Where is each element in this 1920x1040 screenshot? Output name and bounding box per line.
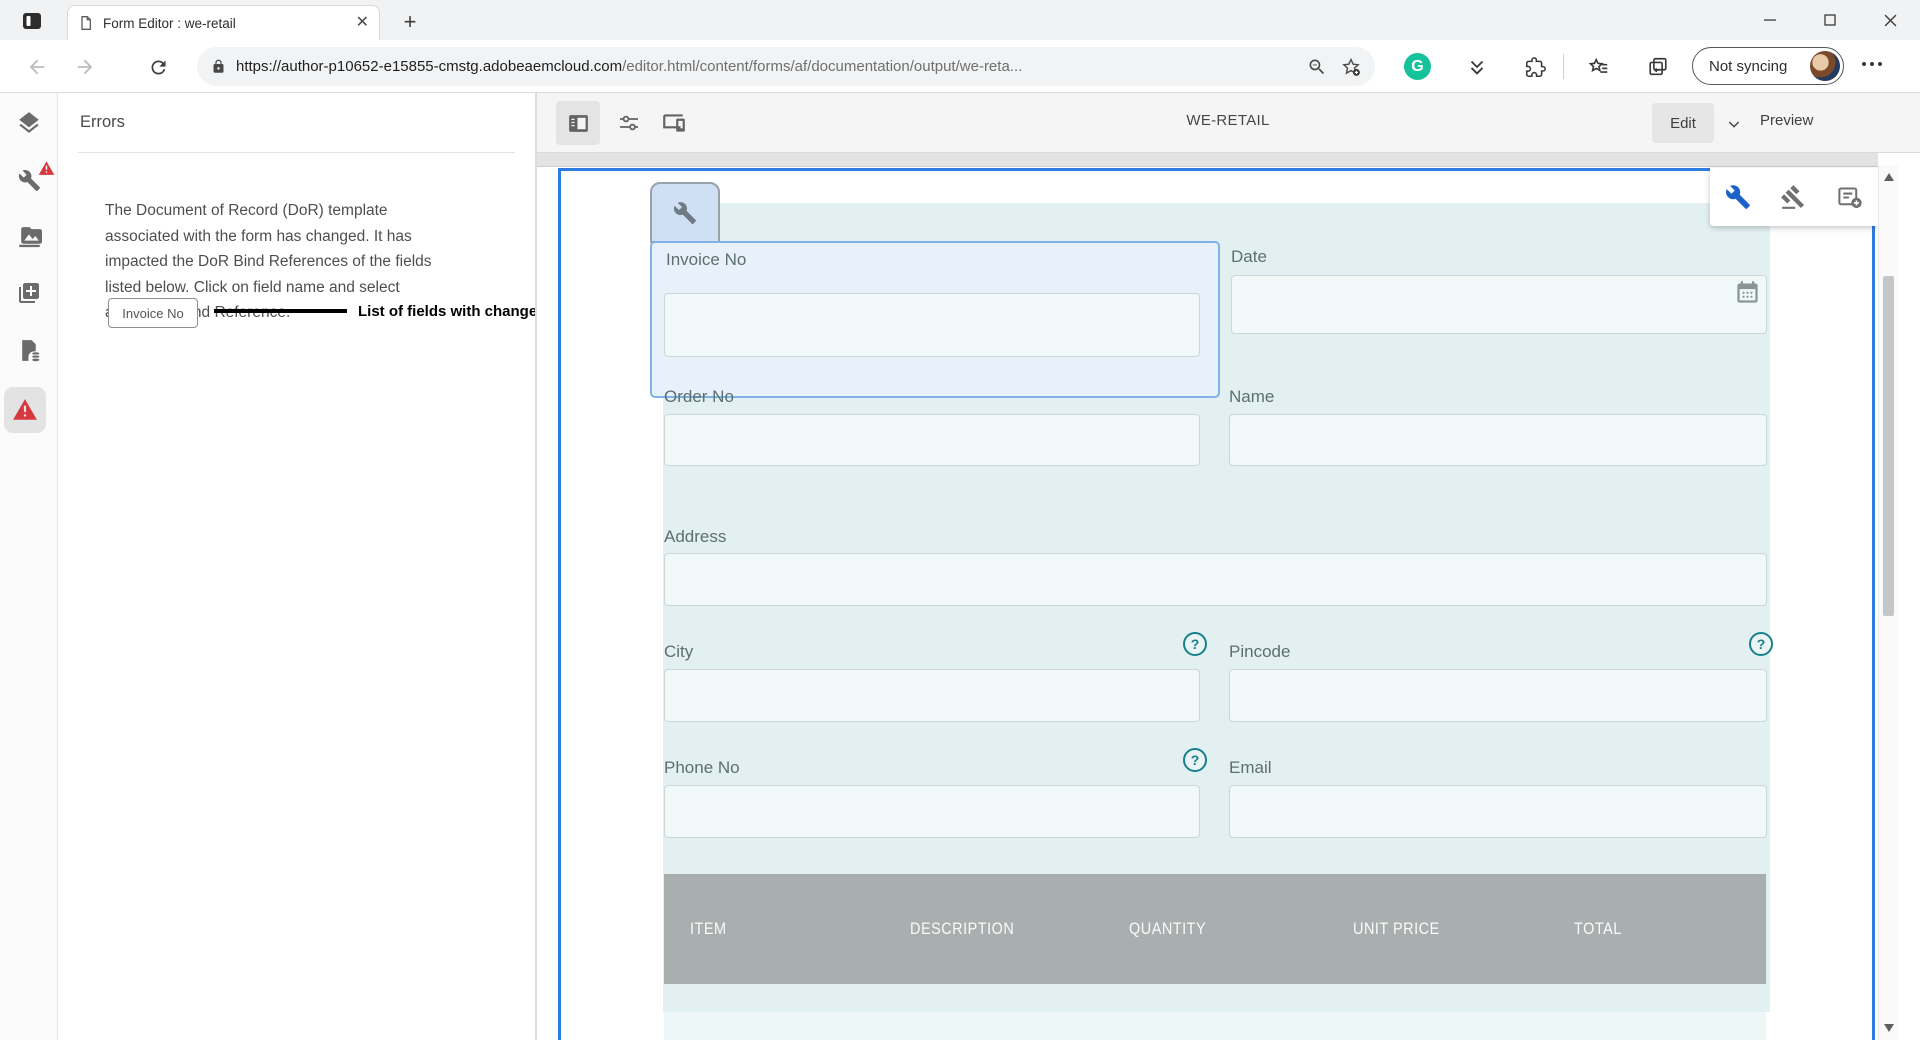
window-controls bbox=[1740, 0, 1920, 40]
pincode-input[interactable] bbox=[1229, 669, 1767, 722]
column-header-description: DESCRIPTION bbox=[910, 919, 1015, 938]
mode-chevron-down-icon[interactable] bbox=[1722, 112, 1746, 136]
device-emulator-icon[interactable] bbox=[652, 101, 696, 145]
double-chevron-down-icon[interactable] bbox=[1462, 52, 1492, 82]
data-sources-icon[interactable] bbox=[11, 332, 47, 368]
add-favorite-star-icon[interactable] bbox=[1341, 57, 1361, 77]
field-label-pincode: Pincode bbox=[1229, 642, 1291, 661]
configure-wrench-icon[interactable] bbox=[1725, 184, 1751, 210]
minimize-button[interactable] bbox=[1740, 0, 1800, 40]
back-icon[interactable] bbox=[22, 52, 52, 82]
phone-help-icon[interactable]: ? bbox=[1183, 748, 1207, 772]
collections-icon[interactable] bbox=[1643, 52, 1673, 82]
lock-icon bbox=[211, 59, 226, 74]
date-input[interactable] bbox=[1231, 275, 1767, 334]
toolbar-divider bbox=[1563, 54, 1564, 79]
page-scrollbar[interactable] bbox=[1878, 165, 1898, 1040]
profile-button[interactable]: Not syncing bbox=[1692, 47, 1844, 85]
field-action-toolbar bbox=[1710, 168, 1878, 226]
column-header-total: TOTAL bbox=[1574, 919, 1622, 938]
toggle-side-panel-icon[interactable] bbox=[556, 101, 600, 145]
changed-field-button[interactable]: Invoice No bbox=[108, 298, 198, 328]
zoom-out-icon[interactable] bbox=[1307, 57, 1327, 77]
annotation-line bbox=[214, 309, 347, 313]
edit-mode-button[interactable]: Edit bbox=[1652, 103, 1714, 143]
url-text: https://author-p10652-e15855-cmstg.adobe… bbox=[236, 58, 1023, 75]
name-input[interactable] bbox=[1229, 414, 1767, 466]
items-table-header: ITEM DESCRIPTION QUANTITY UNIT PRICE TOT… bbox=[664, 874, 1766, 984]
tab-close-icon[interactable]: ✕ bbox=[356, 15, 369, 31]
scrollbar-thumb[interactable] bbox=[1883, 276, 1894, 616]
content-tree-layers-icon[interactable] bbox=[11, 105, 47, 141]
order-no-input[interactable] bbox=[664, 414, 1200, 466]
titlebar: Form Editor : we-retail ✕ + bbox=[0, 0, 1920, 40]
page-properties-sliders-icon[interactable] bbox=[607, 101, 651, 145]
favorites-star-list-icon[interactable] bbox=[1584, 52, 1614, 82]
preview-mode-button[interactable]: Preview bbox=[1760, 112, 1813, 129]
scroll-up-icon[interactable] bbox=[1879, 167, 1899, 187]
address-bar[interactable]: https://author-p10652-e15855-cmstg.adobe… bbox=[197, 47, 1375, 86]
components-icon[interactable] bbox=[11, 275, 47, 311]
field-label-city: City bbox=[664, 642, 694, 661]
field-label-order-no: Order No bbox=[664, 387, 734, 406]
column-header-unit-price: UNIT PRICE bbox=[1353, 919, 1440, 938]
address-input[interactable] bbox=[664, 553, 1767, 606]
form-title: WE-RETAIL bbox=[1186, 112, 1270, 129]
maximize-button[interactable] bbox=[1800, 0, 1860, 40]
city-input[interactable] bbox=[664, 669, 1200, 722]
email-input[interactable] bbox=[1229, 785, 1767, 838]
profile-avatar bbox=[1810, 51, 1840, 81]
errors-panel-title: Errors bbox=[80, 113, 125, 131]
field-label-invoice-no: Invoice No bbox=[666, 250, 747, 269]
sync-status-label: Not syncing bbox=[1709, 57, 1788, 75]
assets-browser-icon[interactable] bbox=[11, 219, 47, 255]
edit-rules-gavel-icon[interactable] bbox=[1780, 184, 1806, 210]
field-label-date: Date bbox=[1231, 247, 1267, 266]
wrench-warning-badge-icon bbox=[38, 160, 55, 177]
field-label-phone-no: Phone No bbox=[664, 758, 740, 777]
calendar-icon[interactable] bbox=[1734, 279, 1761, 306]
refresh-icon[interactable] bbox=[143, 52, 173, 82]
field-label-address: Address bbox=[664, 527, 727, 546]
settings-menu-icon[interactable] bbox=[1862, 62, 1882, 66]
phone-no-input[interactable] bbox=[664, 785, 1200, 838]
tab-actions-menu-icon[interactable] bbox=[20, 9, 44, 33]
field-issues-wrench-icon[interactable] bbox=[11, 161, 55, 198]
browser-window: Form Editor : we-retail ✕ + https://auth… bbox=[0, 0, 1920, 1040]
errors-panel-divider bbox=[78, 152, 515, 153]
grammarly-extension-icon[interactable]: G bbox=[1404, 53, 1431, 80]
forward-icon[interactable] bbox=[70, 52, 100, 82]
new-tab-button[interactable]: + bbox=[396, 8, 424, 36]
tab-title: Form Editor : we-retail bbox=[103, 15, 236, 31]
pincode-help-icon[interactable]: ? bbox=[1749, 632, 1773, 656]
canvas-top-margin bbox=[537, 153, 1878, 167]
city-help-icon[interactable]: ? bbox=[1183, 632, 1207, 656]
browser-tab[interactable]: Form Editor : we-retail ✕ bbox=[67, 5, 380, 40]
errors-panel-toggle-selected[interactable] bbox=[4, 387, 46, 433]
field-label-name: Name bbox=[1229, 387, 1275, 406]
invoice-no-input[interactable] bbox=[664, 293, 1200, 357]
add-panel-icon[interactable] bbox=[1836, 184, 1863, 211]
selected-field-config-tab[interactable] bbox=[650, 182, 720, 243]
close-button[interactable] bbox=[1860, 0, 1920, 40]
page-favicon-icon bbox=[78, 15, 94, 31]
items-table-row bbox=[664, 1012, 1766, 1040]
scroll-down-icon[interactable] bbox=[1879, 1018, 1899, 1038]
column-header-quantity: QUANTITY bbox=[1129, 919, 1207, 938]
field-label-email: Email bbox=[1229, 758, 1272, 777]
column-header-item: ITEM bbox=[690, 919, 727, 938]
extensions-puzzle-icon[interactable] bbox=[1520, 52, 1550, 82]
